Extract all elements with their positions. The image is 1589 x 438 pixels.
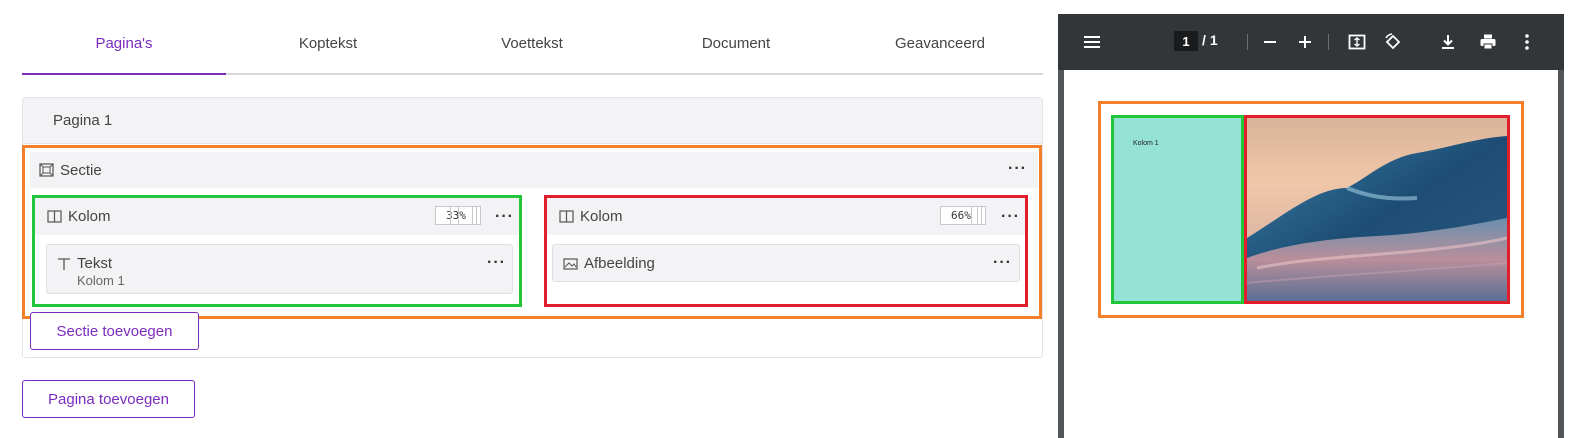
column-2-width-input[interactable]: 66% [940,206,986,225]
column-2-header[interactable]: Kolom 66% ··· [547,198,1025,235]
image-block-title: Afbeelding [584,255,655,272]
column-2-label: Kolom [580,208,623,225]
column-1: Kolom 33% ··· Tekst Kolom 1 ··· [32,195,522,307]
column-2: Kolom 66% ··· Afbeelding ··· [544,195,1028,307]
column-1-label: Kolom [68,208,111,225]
text-block-title: Tekst [77,255,113,272]
zoom-out-icon[interactable] [1260,32,1280,52]
section-more-icon[interactable]: ··· [1008,161,1027,177]
column-1-more-icon[interactable]: ··· [495,209,514,225]
download-icon[interactable] [1438,32,1458,52]
pdf-page: Kolom 1 [1064,70,1558,438]
tab-pages[interactable]: Pagina's [22,20,226,75]
section-icon [39,163,54,177]
column-icon [47,210,62,223]
image-icon [563,257,578,270]
tab-header[interactable]: Koptekst [226,20,430,73]
column-1-width-value: 33% [446,209,466,222]
column-2-width-value: 66% [951,209,971,222]
section-header[interactable]: Sectie [30,152,1038,188]
zoom-in-icon[interactable] [1295,32,1315,52]
image-block[interactable]: Afbeelding ··· [552,244,1020,282]
image-block-more-icon[interactable]: ··· [993,255,1012,271]
text-block-subtitle: Kolom 1 [77,273,125,288]
tab-advanced[interactable]: Geavanceerd [838,20,1042,73]
section-label: Sectie [60,161,102,179]
preview-column-2 [1244,115,1510,304]
tab-document[interactable]: Document [634,20,838,73]
preview-text: Kolom 1 [1133,140,1159,147]
menu-icon[interactable] [1082,32,1102,52]
page-count: /1 [1202,32,1218,48]
add-section-button[interactable]: Sectie toevoegen [30,312,199,350]
column-1-header[interactable]: Kolom 33% ··· [35,198,519,235]
pdf-toolbar: 1 /1 [1058,14,1564,70]
pdf-viewer: 1 /1 Kolom 1 [1058,14,1564,438]
preview-column-1: Kolom 1 [1111,115,1244,304]
text-icon [58,257,70,270]
page-title[interactable]: Pagina 1 [23,98,1042,144]
column-icon [559,210,574,223]
tab-footer[interactable]: Voettekst [430,20,634,73]
text-block[interactable]: Tekst Kolom 1 ··· [46,244,513,294]
more-options-icon[interactable] [1517,32,1537,52]
page-editor: Pagina's Koptekst Voettekst Document Gea… [0,0,1060,438]
fit-page-icon[interactable] [1347,32,1367,52]
text-block-more-icon[interactable]: ··· [487,255,506,271]
print-icon[interactable] [1478,32,1498,52]
column-1-width-input[interactable]: 33% [435,206,481,225]
wave-image [1247,118,1507,301]
tab-bar: Pagina's Koptekst Voettekst Document Gea… [22,20,1043,75]
column-2-more-icon[interactable]: ··· [1001,209,1020,225]
add-page-button[interactable]: Pagina toevoegen [22,380,195,418]
rotate-icon[interactable] [1383,32,1403,52]
page-number-input[interactable]: 1 [1174,31,1198,51]
